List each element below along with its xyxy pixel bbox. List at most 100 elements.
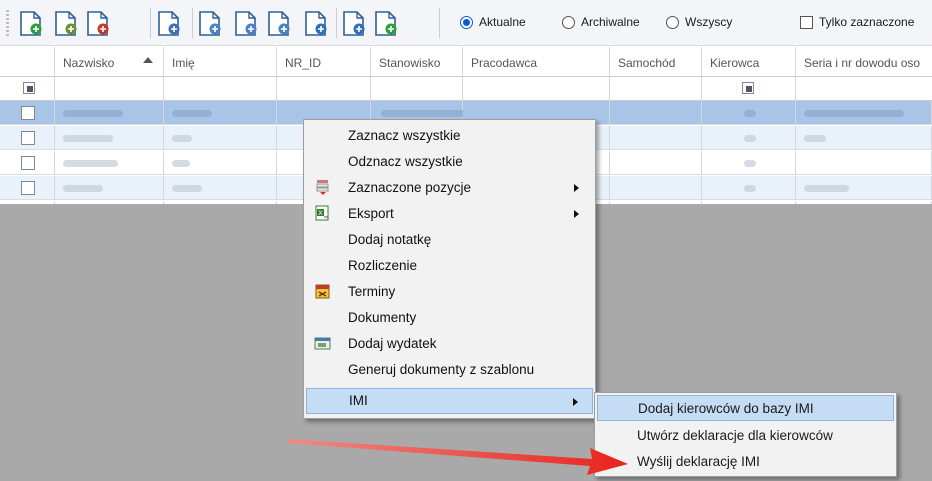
toolbar-grip[interactable] (6, 10, 9, 36)
row-select-header (0, 47, 55, 77)
row-checkbox[interactable] (21, 181, 35, 195)
table-cell[interactable] (610, 101, 702, 125)
menu-item-select-all[interactable]: Zaznacz wszystkie (306, 123, 593, 149)
svg-text:X: X (318, 209, 323, 217)
menu-item-deadlines[interactable]: Terminy (306, 279, 593, 305)
filter-kierowca[interactable] (702, 77, 796, 101)
table-cell[interactable] (702, 126, 796, 150)
filter-pracodawca[interactable] (463, 77, 610, 101)
redacted-text (744, 110, 756, 117)
redacted-text (804, 185, 849, 192)
filter-seria-dowodu[interactable] (796, 77, 932, 101)
table-cell[interactable] (702, 176, 796, 200)
column-header-seria-dowodu[interactable]: Seria i nr dowodu oso (796, 47, 932, 77)
forward-person-icon[interactable] (339, 8, 369, 38)
filter-samochod[interactable] (610, 77, 702, 101)
table-cell[interactable] (796, 176, 932, 200)
menu-item-generate-documents[interactable]: Generuj dokumenty z szablonu (306, 357, 593, 383)
table-cell[interactable] (610, 151, 702, 175)
column-header-kierowca[interactable]: Kierowca (702, 47, 796, 77)
redacted-text (804, 135, 826, 142)
copy-person-icon[interactable] (195, 8, 225, 38)
edit-person-icon[interactable] (51, 8, 81, 38)
table-cell[interactable] (164, 151, 277, 175)
menu-item-imi[interactable]: IMI (306, 388, 593, 414)
row-checkbox-cell[interactable] (0, 101, 55, 125)
table-cell[interactable] (164, 126, 277, 150)
restore-person-icon[interactable] (264, 8, 294, 38)
table-cell[interactable] (164, 101, 277, 125)
submenu-arrow-icon (574, 210, 579, 218)
redacted-text (63, 185, 103, 192)
filter-row-checkbox-cell[interactable] (0, 77, 55, 101)
submenu-item-add-drivers-imi[interactable]: Dodaj kierowców do bazy IMI (597, 395, 894, 421)
menu-item-selected-items[interactable]: Zaznaczone pozycje (306, 175, 593, 201)
table-cell[interactable] (610, 176, 702, 200)
export-person-icon[interactable] (301, 8, 331, 38)
column-header-nr-id[interactable]: NR_ID (277, 47, 371, 77)
filter-all-radio[interactable]: Wszyscy (666, 15, 732, 29)
select-all-checkbox[interactable] (23, 82, 35, 94)
table-cell[interactable] (55, 101, 164, 125)
toolbar-separator (439, 8, 440, 38)
redacted-text (744, 185, 756, 192)
redacted-text (172, 110, 212, 117)
filter-archived-radio[interactable]: Archiwalne (562, 15, 640, 29)
only-checked-checkbox[interactable]: Tylko zaznaczone (800, 15, 914, 29)
filter-stanowisko[interactable] (371, 77, 463, 101)
table-cell[interactable] (55, 176, 164, 200)
expense-icon (314, 335, 331, 352)
filter-nr-id[interactable] (277, 77, 371, 101)
column-header-nazwisko[interactable]: Nazwisko (55, 47, 164, 77)
submenu-item-create-declarations[interactable]: Utwórz deklaracje dla kierowców (597, 423, 894, 449)
menu-item-settlement[interactable]: Rozliczenie (306, 253, 593, 279)
table-cell[interactable] (796, 126, 932, 150)
filter-current-radio[interactable]: Aktualne (460, 15, 526, 29)
table-cell[interactable] (796, 151, 932, 175)
import-icon[interactable] (371, 8, 401, 38)
calendar-icon (314, 283, 331, 300)
table-cell[interactable] (55, 151, 164, 175)
table-cell[interactable] (164, 176, 277, 200)
filter-nazwisko[interactable] (55, 77, 164, 101)
row-checkbox-cell[interactable] (0, 151, 55, 175)
redacted-text (172, 135, 192, 142)
row-checkbox[interactable] (21, 106, 35, 120)
row-checkbox-cell[interactable] (0, 176, 55, 200)
radio-icon (666, 15, 679, 29)
menu-item-deselect-all[interactable]: Odznacz wszystkie (306, 149, 593, 175)
archive-person-icon[interactable] (231, 8, 261, 38)
column-header-stanowisko[interactable]: Stanowisko (371, 47, 463, 77)
refresh-person-icon[interactable] (154, 8, 184, 38)
submenu-arrow-icon (574, 184, 579, 192)
redacted-text (744, 160, 756, 167)
menu-item-add-expense[interactable]: Dodaj wydatek (306, 331, 593, 357)
delete-person-icon[interactable] (83, 8, 113, 38)
menu-item-documents[interactable]: Dokumenty (306, 305, 593, 331)
table-cell[interactable] (55, 126, 164, 150)
filter-imie[interactable] (164, 77, 277, 101)
table-cell[interactable] (702, 151, 796, 175)
redacted-text (804, 110, 904, 117)
table-cell[interactable] (702, 101, 796, 125)
row-checkbox-cell[interactable] (0, 126, 55, 150)
add-person-icon[interactable] (16, 8, 46, 38)
checkbox-icon (800, 15, 813, 29)
excel-export-icon: X (314, 205, 331, 222)
row-checkbox[interactable] (21, 156, 35, 170)
table-cell[interactable] (796, 101, 932, 125)
kierowca-filter-checkbox[interactable] (742, 82, 754, 94)
column-header-samochod[interactable]: Samochód (610, 47, 702, 77)
menu-item-add-note[interactable]: Dodaj notatkę (306, 227, 593, 253)
redacted-text (63, 160, 118, 167)
row-checkbox[interactable] (21, 131, 35, 145)
column-header-pracodawca[interactable]: Pracodawca (463, 47, 610, 77)
redacted-text (172, 185, 202, 192)
table-cell[interactable] (610, 126, 702, 150)
redacted-text (172, 160, 190, 167)
redacted-text (63, 110, 123, 117)
column-header-imie[interactable]: Imię (164, 47, 277, 77)
menu-item-export[interactable]: X Eksport (306, 201, 593, 227)
submenu-item-send-imi-declaration[interactable]: Wyślij deklarację IMI (597, 449, 894, 475)
context-menu: Zaznacz wszystkie Odznacz wszystkie Zazn… (303, 119, 596, 419)
